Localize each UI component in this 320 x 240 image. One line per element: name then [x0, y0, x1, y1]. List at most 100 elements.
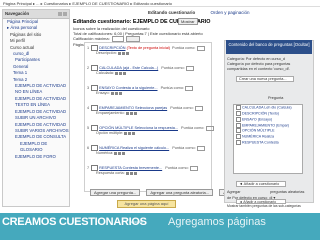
question-type-label: Calculada:	[96, 71, 114, 75]
score-label: Puntúa como:	[172, 46, 196, 50]
question-checkbox[interactable]	[236, 140, 241, 146]
breadcrumb: Página Principal ▸ ... ▸ Cuestionarios ▸…	[0, 0, 320, 7]
random-label: Agregar	[227, 190, 241, 194]
question-type-label: Respuesta corta:	[96, 171, 125, 175]
footer-brand: Moodle	[130, 219, 144, 224]
score-label: Puntúa como:	[181, 126, 205, 130]
question-extra: (Texto de pregunta inicial)	[126, 46, 171, 50]
question-number: 6	[87, 146, 90, 150]
add-random-question-button[interactable]: Agregar una pregunta aleatoria...	[146, 189, 214, 196]
question-number: 3	[87, 86, 90, 90]
question-row: 7 RESPUESTA Contesta brevemente... Puntúa…	[87, 165, 211, 175]
question-checkbox[interactable]	[236, 134, 241, 140]
nav-list: Página Principal ▸ Área personal Páginas d…	[3, 19, 69, 160]
question-checkbox[interactable]	[236, 116, 241, 122]
bank-question-name[interactable]: ENSAYO (Ensayo)	[242, 117, 272, 121]
breadcrumb-text[interactable]: Página Principal ▸ ... ▸ Cuestionarios ▸…	[3, 1, 172, 6]
category-label: Categoría: Por defecto en curso_d	[227, 57, 286, 61]
tab-bar: Editando cuestionario Orden y paginación	[148, 10, 264, 15]
score-input[interactable]	[185, 65, 194, 71]
navigation-block: Navegación Página Principal ▸ Área person…	[2, 9, 70, 207]
score-label: Puntúa como:	[160, 86, 185, 90]
question-checkbox[interactable]	[236, 128, 241, 134]
question-checkbox[interactable]	[236, 122, 241, 128]
score-input[interactable]	[185, 85, 194, 91]
question-tools[interactable]	[110, 91, 122, 95]
footer-title: CREAMOS CUESTIONARIOS	[2, 216, 147, 228]
question-name-link[interactable]: ENSAYO Contesta a la siguiente...	[99, 86, 157, 90]
question-name-link[interactable]: NUMÉRICA Realiza el siguiente cálculo...	[99, 146, 169, 150]
add-page-button[interactable]: Agregar una página aquí	[117, 200, 176, 208]
question-checkbox[interactable]	[236, 110, 241, 116]
nav-item[interactable]: EJEMPLO DE ACTIVIDAD SUBIR VARIOS ARCHIV…	[5, 122, 69, 135]
question-name-link[interactable]: CALCULADA (ajá - Este Calcula...)	[99, 66, 158, 70]
question-row: 3 ENSAYO Contesta a la siguiente... Puntú…	[87, 85, 211, 95]
tab-edit-quiz[interactable]: Editando cuestionario	[148, 10, 195, 15]
score-input[interactable]	[194, 105, 203, 111]
tab-order-paging[interactable]: Orden y paginación	[211, 10, 250, 15]
score-label: Puntúa como:	[161, 66, 185, 70]
question-row: 2 CALCULADA (ajá - Este Calcula...) Puntú…	[87, 65, 211, 75]
nav-title: Navegación	[5, 11, 30, 16]
question-tools[interactable]	[114, 71, 126, 75]
bank-question-name[interactable]: EMPAREJAMIENTO (Empar)	[242, 123, 289, 127]
question-type-label: Emparejamiento:	[96, 111, 125, 115]
question-name-link[interactable]: OPCIÓN MÚLTIPLE Selecciona la respuesta.…	[99, 126, 178, 130]
score-label: Puntúa como:	[165, 166, 189, 170]
question-number: 2	[87, 66, 90, 70]
question-tools[interactable]	[125, 171, 137, 175]
score-input[interactable]	[189, 165, 198, 171]
bank-question-name[interactable]: CALCULADA Leh dlo (Calcula)	[242, 105, 292, 109]
score-input[interactable]	[196, 145, 205, 151]
nav-item[interactable]: EJEMPLO DE GLOSARIO	[5, 141, 69, 154]
question-type-label: Descripción:	[96, 51, 117, 55]
nav-header: Navegación	[3, 10, 69, 19]
category-description: Categoría por defecto para preguntas com…	[227, 62, 291, 71]
bank-question-item[interactable]: RESPUESTA Contesta	[236, 140, 302, 146]
footer-subtitle: Agregamos páginas	[168, 216, 266, 228]
add-to-quiz-button[interactable]: ◄ Añadir a cuestionario	[236, 181, 286, 187]
question-name-link[interactable]: DESCRIPCIÓN	[99, 46, 125, 50]
question-type-label: Numérica:	[96, 151, 114, 155]
bank-question-list: CALCULADA Leh dlo (Calcula) DESCRIPCIÓN (…	[233, 104, 303, 174]
question-tools[interactable]	[113, 151, 126, 155]
bank-question-name[interactable]: DESCRIPCIÓN (Texto)	[242, 111, 279, 115]
nav-item[interactable]: EJEMPLO DE CONSULTA	[5, 134, 69, 140]
question-tools[interactable]	[123, 131, 136, 135]
question-type-label: Opción múltiple:	[96, 131, 124, 135]
nav-item[interactable]: EJEMPLO DE ACTIVIDAD NO EN LÍNEA	[5, 83, 69, 96]
bank-question-name[interactable]: OPCIÓN MÚLTIPLE	[242, 129, 274, 133]
question-number: 4	[87, 106, 90, 110]
question-row: 5 OPCIÓN MÚLTIPLE Selecciona la respuesta…	[87, 125, 214, 135]
question-bank-header[interactable]: Contenido del banco de preguntas [Oculta…	[226, 40, 312, 54]
question-name-link[interactable]: RESPUESTA Contesta brevemente...	[99, 166, 162, 170]
score-input[interactable]	[205, 125, 214, 131]
question-row: 6 NUMÉRICA Realiza el siguiente cálculo..…	[87, 145, 211, 155]
question-tools[interactable]	[125, 111, 137, 115]
question-tools[interactable]	[117, 51, 129, 55]
score-label: Puntúa como:	[172, 146, 196, 150]
show-button[interactable]: Mostrar	[178, 18, 198, 25]
add-question-button[interactable]: Agregar una pregunta...	[90, 189, 141, 196]
nav-item[interactable]: EJEMPLO DE ACTIVIDAD TEXTO EN LÍNEA	[5, 96, 69, 109]
nav-item[interactable]: EJEMPLO DE FORO	[5, 154, 69, 160]
question-row: 4 EMPAREJAMIENTO Selecciona parejas Puntú…	[87, 105, 211, 115]
block-controls[interactable]	[57, 11, 67, 16]
random-suffix: preguntas aleatorias	[270, 190, 305, 194]
max-grade-label: Calificación máxima:	[73, 36, 110, 42]
nav-item[interactable]: EJEMPLO DE ACTIVIDAD SUBIR UN ARCHIVO	[5, 109, 69, 122]
question-number: 5	[87, 126, 90, 130]
question-number: 1	[87, 46, 90, 50]
question-row: 1 DESCRIPCIÓN (Texto de pregunta inicial)…	[87, 45, 211, 55]
question-name-link[interactable]: EMPAREJAMIENTO Selecciona parejas	[99, 106, 167, 110]
score-input[interactable]	[196, 45, 205, 51]
create-question-button[interactable]: Crear una nueva pregunta...	[236, 76, 294, 82]
question-type-label: Ensayo:	[96, 91, 110, 95]
bank-question-name[interactable]: NUMÉRICA Realiza	[242, 135, 274, 139]
show-subcategories-checkbox[interactable]: Mostrar también preguntas de las sub-cat…	[227, 204, 311, 209]
question-checkbox[interactable]	[236, 105, 241, 110]
question-number: 7	[87, 166, 90, 170]
bank-question-name[interactable]: RESPUESTA Contesta	[242, 141, 279, 145]
score-label: Puntúa como:	[170, 106, 194, 110]
list-header: Pregunta	[268, 96, 284, 100]
